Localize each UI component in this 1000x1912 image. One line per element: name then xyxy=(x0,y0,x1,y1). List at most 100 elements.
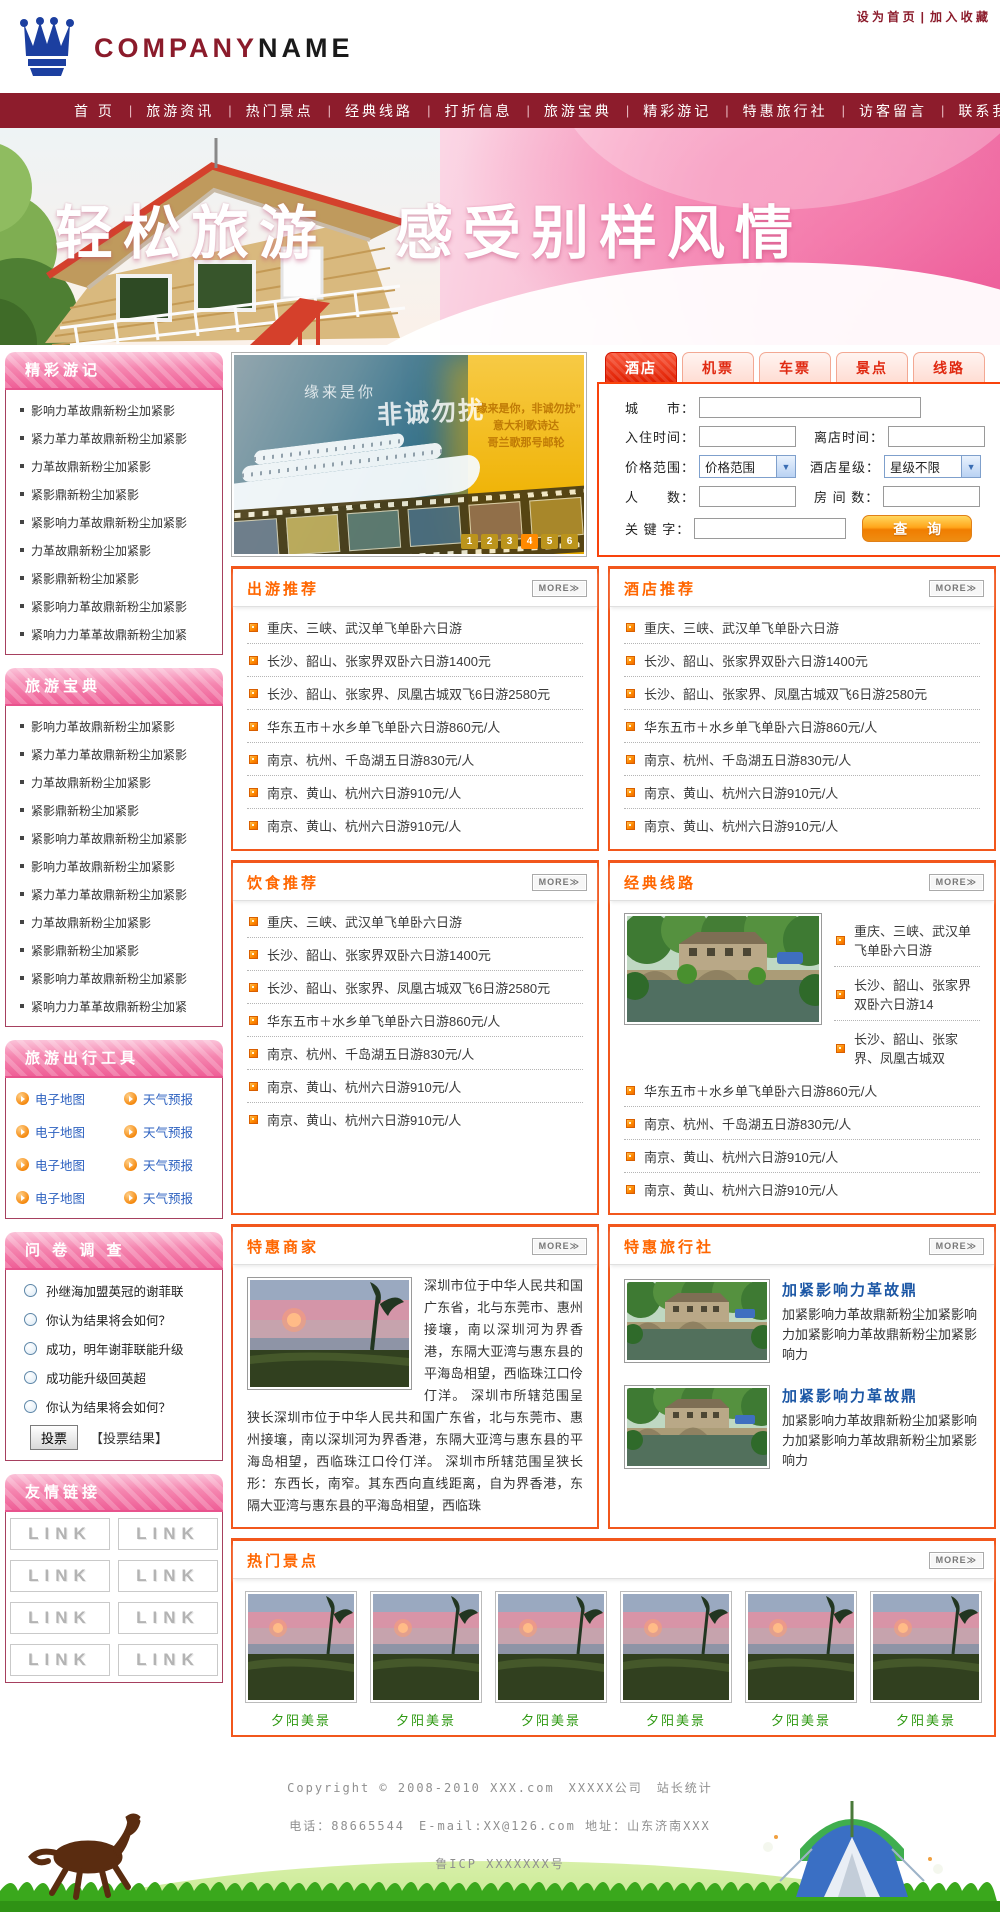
people-input[interactable] xyxy=(699,486,796,507)
radio-button-icon[interactable] xyxy=(24,1284,37,1297)
weather-link[interactable]: 天气预报 xyxy=(114,1082,222,1115)
tour-list-item[interactable]: 长沙、韶山、张家界、凤凰古城双飞6日游2580元 xyxy=(624,677,980,710)
tour-list-item[interactable]: 南京、杭州、千岛湖五日游830元/人 xyxy=(624,743,980,776)
tour-list-item[interactable]: 长沙、韶山、张家界、凤凰古城双 xyxy=(834,1021,980,1074)
tour-list-item[interactable]: 南京、黄山、杭州六日游910元/人 xyxy=(624,1173,980,1205)
tour-list-item[interactable]: 南京、黄山、杭州六日游910元/人 xyxy=(247,809,583,841)
survey-option[interactable]: 成功能升级回英超 xyxy=(14,1363,214,1392)
checkout-input[interactable] xyxy=(888,426,985,447)
guide-list-item[interactable]: 紧影鼎新粉尘加紧影 xyxy=(14,796,214,824)
pager-item[interactable]: 2 xyxy=(481,534,498,549)
keyword-input[interactable] xyxy=(694,518,846,539)
vote-button[interactable]: 投票 xyxy=(30,1425,78,1450)
map-link[interactable]: 电子地图 xyxy=(6,1181,114,1214)
tour-list-item[interactable]: 南京、黄山、杭州六日游910元/人 xyxy=(624,1140,980,1173)
sunset-thumbnail-image[interactable] xyxy=(870,1591,982,1703)
map-link[interactable]: 电子地图 xyxy=(6,1082,114,1115)
more-button[interactable]: MORE≫ xyxy=(532,1238,587,1255)
price-select[interactable]: 价格范围 ▼ xyxy=(699,455,796,478)
guide-list-item[interactable]: 紧影鼎新粉尘加紧影 xyxy=(14,936,214,964)
more-button[interactable]: MORE≫ xyxy=(532,580,587,597)
set-home-link[interactable]: 设 为 首 页 xyxy=(857,10,915,24)
guide-list-item[interactable]: 紧力革力革故鼎新粉尘加紧影 xyxy=(14,880,214,908)
friend-link-box[interactable]: LINK xyxy=(10,1602,110,1634)
hot-photo-cell[interactable]: 夕阳美景 xyxy=(370,1591,482,1729)
tour-list-item[interactable]: 长沙、韶山、张家界双卧六日游1400元 xyxy=(624,644,980,677)
tour-list-item[interactable]: 华东五市＋水乡单飞单卧六日游860元/人 xyxy=(624,710,980,743)
hot-photo-cell[interactable]: 夕阳美景 xyxy=(870,1591,982,1729)
memoir-list-item[interactable]: 紧影鼎新粉尘加紧影 xyxy=(14,564,214,592)
nav-item[interactable]: 首 页 xyxy=(60,101,129,121)
nav-item[interactable]: 精彩游记 xyxy=(629,101,725,121)
guide-list-item[interactable]: 紧响力力革革故鼎新粉尘加紧 xyxy=(14,992,214,1020)
pager-item[interactable]: 6 xyxy=(561,534,578,549)
survey-option[interactable]: 你认为结果将会如何？ xyxy=(14,1392,214,1421)
hot-photo-cell[interactable]: 夕阳美景 xyxy=(495,1591,607,1729)
tour-list-item[interactable]: 重庆、三峡、武汉单飞单卧六日游 xyxy=(834,913,980,967)
tour-list-item[interactable]: 南京、杭州、千岛湖五日游830元/人 xyxy=(624,1107,980,1140)
nav-item[interactable]: 经典线路 xyxy=(331,101,427,121)
map-link[interactable]: 电子地图 xyxy=(6,1115,114,1148)
pager-item[interactable]: 3 xyxy=(501,534,518,549)
radio-button-icon[interactable] xyxy=(24,1400,37,1413)
guide-list-item[interactable]: 力革故鼎新粉尘加紧影 xyxy=(14,768,214,796)
search-tab[interactable]: 酒店 xyxy=(605,352,677,382)
memoir-list-item[interactable]: 紧力革力革故鼎新粉尘加紧影 xyxy=(14,424,214,452)
tour-list-item[interactable]: 华东五市＋水乡单飞单卧六日游860元/人 xyxy=(247,710,583,743)
nav-item[interactable]: 热门景点 xyxy=(232,101,328,121)
guide-list-item[interactable]: 影响力革故鼎新粉尘加紧影 xyxy=(14,852,214,880)
nav-item[interactable]: 旅游资讯 xyxy=(132,101,228,121)
bridge-scenery-image[interactable] xyxy=(624,913,822,1025)
pager-item[interactable]: 5 xyxy=(541,534,558,549)
tour-list-item[interactable]: 长沙、韶山、张家界双卧六日游1400元 xyxy=(247,938,583,971)
tour-list-item[interactable]: 长沙、韶山、张家界、凤凰古城双飞6日游2580元 xyxy=(247,971,583,1004)
guide-list-item[interactable]: 紧影响力革故鼎新粉尘加紧影 xyxy=(14,824,214,852)
search-tab[interactable]: 机票 xyxy=(682,352,754,382)
query-button[interactable]: 查 询 xyxy=(862,515,972,542)
tour-list-item[interactable]: 南京、杭州、千岛湖五日游830元/人 xyxy=(247,743,583,776)
friend-link-box[interactable]: LINK xyxy=(118,1560,218,1592)
sunset-thumbnail-image[interactable] xyxy=(745,1591,857,1703)
memoir-list-item[interactable]: 紧影响力革故鼎新粉尘加紧影 xyxy=(14,592,214,620)
memoir-list-item[interactable]: 影响力革故鼎新粉尘加紧影 xyxy=(14,396,214,424)
pager-item[interactable]: 4 xyxy=(521,534,538,549)
tour-list-item[interactable]: 重庆、三峡、武汉单飞单卧六日游 xyxy=(247,905,583,938)
radio-button-icon[interactable] xyxy=(24,1342,37,1355)
tour-list-item[interactable]: 华东五市＋水乡单飞单卧六日游860元/人 xyxy=(624,1074,980,1107)
tour-list-item[interactable]: 南京、黄山、杭州六日游910元/人 xyxy=(247,1103,583,1135)
tour-list-item[interactable]: 南京、黄山、杭州六日游910元/人 xyxy=(624,809,980,841)
radio-button-icon[interactable] xyxy=(24,1371,37,1384)
memoir-list-item[interactable]: 力革故鼎新粉尘加紧影 xyxy=(14,536,214,564)
tour-list-item[interactable]: 长沙、韶山、张家界双卧六日游14 xyxy=(834,967,980,1021)
sunset-thumbnail-image[interactable] xyxy=(620,1591,732,1703)
survey-option[interactable]: 孙继海加盟英冠的谢菲联 xyxy=(14,1276,214,1305)
hot-photo-cell[interactable]: 夕阳美景 xyxy=(745,1591,857,1729)
tour-list-item[interactable]: 南京、黄山、杭州六日游910元/人 xyxy=(247,776,583,809)
bridge-scenery-image[interactable] xyxy=(624,1279,770,1363)
tour-list-item[interactable]: 长沙、韶山、张家界双卧六日游1400元 xyxy=(247,644,583,677)
survey-option[interactable]: 成功，明年谢菲联能升级 xyxy=(14,1334,214,1363)
survey-option[interactable]: 你认为结果将会如何？ xyxy=(14,1305,214,1334)
search-tab[interactable]: 车票 xyxy=(759,352,831,382)
guide-list-item[interactable]: 紧影响力革故鼎新粉尘加紧影 xyxy=(14,964,214,992)
weather-link[interactable]: 天气预报 xyxy=(114,1115,222,1148)
sunset-thumbnail-image[interactable] xyxy=(370,1591,482,1703)
checkin-input[interactable] xyxy=(699,426,796,447)
more-button[interactable]: MORE≫ xyxy=(929,1552,984,1569)
memoir-list-item[interactable]: 紧影鼎新粉尘加紧影 xyxy=(14,480,214,508)
nav-item[interactable]: 打折信息 xyxy=(430,101,526,121)
weather-link[interactable]: 天气预报 xyxy=(114,1148,222,1181)
agency-entry-title[interactable]: 加紧影响力革故鼎 xyxy=(782,1385,980,1406)
weather-link[interactable]: 天气预报 xyxy=(114,1181,222,1214)
agency-entry-title[interactable]: 加紧影响力革故鼎 xyxy=(782,1279,980,1300)
friend-link-box[interactable]: LINK xyxy=(118,1644,218,1676)
guide-list-item[interactable]: 紧力革力革故鼎新粉尘加紧影 xyxy=(14,740,214,768)
bridge-scenery-image[interactable] xyxy=(624,1385,770,1469)
map-link[interactable]: 电子地图 xyxy=(6,1148,114,1181)
search-tab[interactable]: 景点 xyxy=(836,352,908,382)
friend-link-box[interactable]: LINK xyxy=(118,1602,218,1634)
sunset-thumbnail-image[interactable] xyxy=(245,1591,357,1703)
city-input[interactable] xyxy=(699,397,921,418)
nav-item[interactable]: 联系我们 xyxy=(944,101,1000,121)
more-button[interactable]: MORE≫ xyxy=(929,874,984,891)
